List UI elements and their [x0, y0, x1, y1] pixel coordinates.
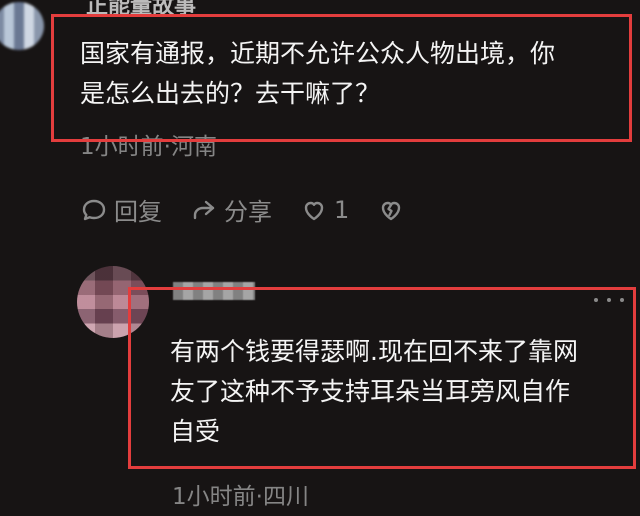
like-button[interactable]: 1 — [300, 196, 349, 224]
commenter-username[interactable]: 正能量故事 — [86, 0, 196, 20]
share-button[interactable]: 分享 — [190, 192, 272, 227]
broken-heart-icon — [377, 196, 405, 224]
reply-username-blurred[interactable] — [173, 282, 255, 300]
commenter-avatar[interactable] — [0, 2, 44, 50]
dislike-button[interactable] — [377, 196, 405, 224]
comment-meta: 1小时前·河南 — [80, 134, 217, 160]
like-count: 1 — [334, 195, 350, 224]
reply-button[interactable]: 回复 — [80, 192, 162, 227]
reply-label: 回复 — [114, 198, 162, 226]
reply-text: 有两个钱要得瑟啊.现在回不来了靠网 友了这种不予支持耳朵当耳旁风自作 自受 — [170, 337, 578, 446]
reply-avatar[interactable] — [77, 266, 149, 338]
reply-meta: 1小时前·四川 — [172, 484, 309, 510]
comment-text: 国家有通报，近期不允许公众人物出境，你 是怎么出去的？去干嘛了？ — [80, 39, 556, 108]
reply-icon — [80, 196, 108, 224]
more-icon[interactable] — [594, 296, 624, 304]
comment-actions: 回复 分享 1 — [80, 192, 405, 227]
heart-icon — [300, 196, 328, 224]
share-label: 分享 — [224, 198, 272, 226]
share-icon — [190, 196, 218, 224]
